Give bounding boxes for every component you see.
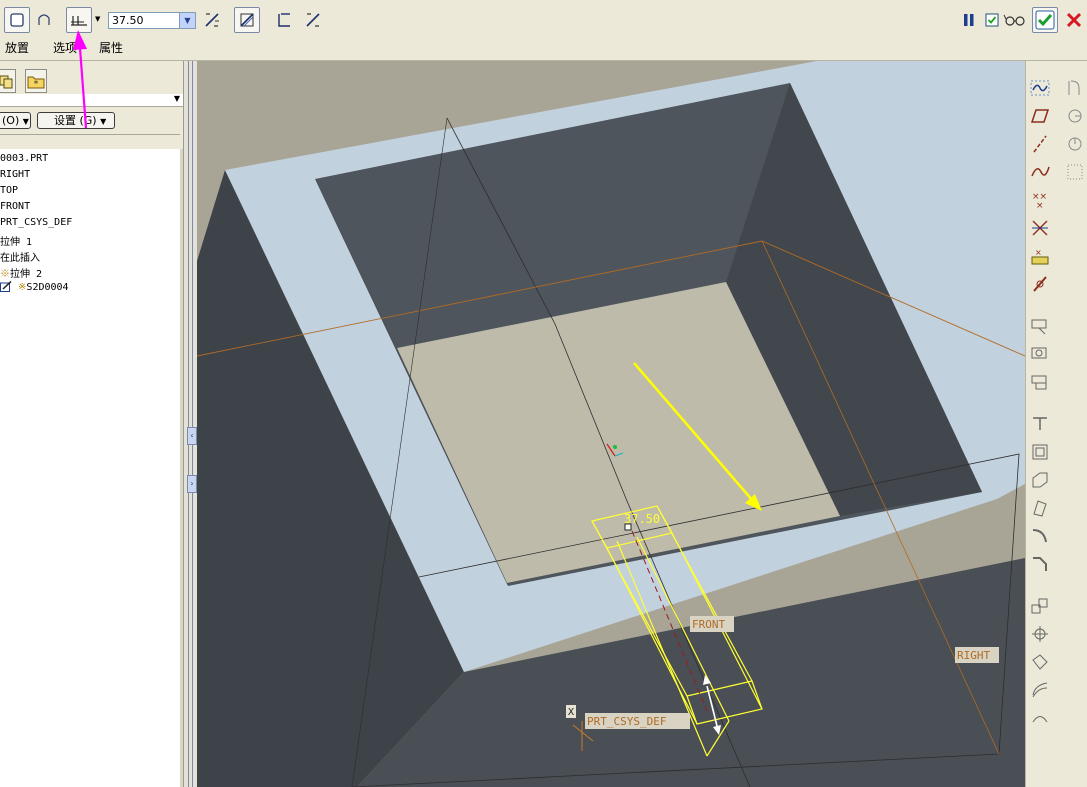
- tree-column-header: [0, 134, 180, 150]
- settings-button-label: 设置 (G): [54, 114, 97, 127]
- pause-icon[interactable]: [956, 7, 982, 33]
- folder-browser-icon[interactable]: *: [25, 69, 47, 93]
- tree-item[interactable]: 在此插入: [0, 249, 40, 264]
- model-tree: 0003.PRT RIGHT TOP FRONT PRT_CSYS_DEF 拉伸…: [0, 149, 180, 787]
- expand-right-icon[interactable]: ›: [187, 475, 197, 493]
- csys-icon[interactable]: [1029, 273, 1051, 295]
- model-canvas[interactable]: 37.50 FRONT RIGHT PRT_CSYS_DEF X: [197, 61, 1025, 787]
- confirm-icon[interactable]: [1032, 7, 1058, 33]
- pattern-icon[interactable]: [1029, 595, 1051, 617]
- chevron-down-icon[interactable]: ▼: [179, 13, 195, 28]
- grid-icon[interactable]: [1064, 161, 1086, 183]
- chamfer-icon[interactable]: [1029, 553, 1051, 575]
- datum-front-label: FRONT: [692, 618, 725, 631]
- datum-offset-point-icon[interactable]: [1029, 217, 1051, 239]
- datum-field-point-icon[interactable]: ×: [1029, 245, 1051, 267]
- collapse-left-icon[interactable]: ‹: [187, 427, 197, 445]
- sash-divider: [192, 61, 193, 787]
- depth-value-text: 37.50: [112, 14, 144, 27]
- rib-icon[interactable]: [1029, 469, 1051, 491]
- pie-section-icon[interactable]: [1064, 105, 1086, 127]
- glasses-icon[interactable]: [1002, 7, 1028, 33]
- settings-button[interactable]: 设置 (G) ▼: [37, 112, 115, 129]
- flip-direction-icon[interactable]: [199, 7, 225, 33]
- hole-icon[interactable]: [1029, 413, 1051, 435]
- depth-options-arrow-icon[interactable]: ▼: [95, 15, 100, 23]
- depth-value-input[interactable]: 37.50 ▼: [108, 12, 196, 29]
- surface-icon[interactable]: [31, 7, 57, 33]
- tab-placement[interactable]: 放置: [5, 39, 29, 56]
- depth-dimension-label[interactable]: 37.50: [624, 512, 660, 526]
- datum-plane-icon[interactable]: [1029, 105, 1051, 127]
- revolve-icon[interactable]: [1029, 371, 1051, 393]
- show-button-label: (O): [2, 114, 20, 127]
- feature-toolbar: ×× × ×: [1025, 61, 1087, 787]
- mirror-icon[interactable]: [1029, 623, 1051, 645]
- tree-item[interactable]: RIGHT: [0, 169, 30, 180]
- thicken-tool-icon[interactable]: [1064, 77, 1086, 99]
- tree-item[interactable]: FRONT: [0, 201, 30, 212]
- datum-analysis-icon[interactable]: [1029, 77, 1051, 99]
- round-icon[interactable]: [1029, 525, 1051, 547]
- remove-material-icon[interactable]: [234, 7, 260, 33]
- tree-item[interactable]: 拉伸 1: [0, 233, 32, 248]
- preview-checkbox-icon[interactable]: [984, 7, 1000, 33]
- solid-icon[interactable]: [4, 7, 30, 33]
- extrude-dashboard: ▼ 37.50 ▼ 放置 选项 属性: [0, 0, 1087, 61]
- model-tree-icon[interactable]: [0, 69, 16, 93]
- sash-divider: [188, 61, 189, 787]
- tree-item-label: S2D0004: [26, 282, 69, 293]
- asterisk-icon: ※: [0, 269, 10, 280]
- cancel-icon[interactable]: [1061, 7, 1087, 33]
- csys-label: PRT_CSYS_DEF: [587, 715, 666, 728]
- merge-icon[interactable]: [1029, 651, 1051, 673]
- sketch-tool-icon[interactable]: [1029, 315, 1051, 337]
- sketch-icon: [0, 280, 12, 292]
- panel-sash[interactable]: ‹ ›: [183, 61, 198, 787]
- tree-item-extrude-2[interactable]: ※拉伸 2: [0, 265, 42, 280]
- tab-properties[interactable]: 属性: [99, 39, 123, 56]
- datum-point-icon[interactable]: ×× ×: [1029, 189, 1051, 211]
- x-axis-label: X: [568, 707, 574, 718]
- tree-item[interactable]: PRT_CSYS_DEF: [0, 217, 72, 228]
- pie-section-icon[interactable]: [1064, 133, 1086, 155]
- tab-options[interactable]: 选项: [53, 39, 77, 56]
- extrude-icon[interactable]: [1029, 343, 1051, 365]
- datum-right-label: RIGHT: [957, 649, 990, 662]
- tree-item-label: 拉伸 2: [10, 269, 43, 280]
- model-tree-panel: * ▼ (O) ▼ 设置 (G) ▼ 0003.PRT RIGHT TOP FR…: [0, 61, 183, 787]
- chevron-down-icon[interactable]: ▼: [174, 94, 180, 103]
- trim-icon[interactable]: [1029, 679, 1051, 701]
- show-button[interactable]: (O) ▼: [0, 112, 31, 129]
- datum-curve-icon[interactable]: [1029, 161, 1051, 183]
- depth-blind-icon[interactable]: [66, 7, 92, 33]
- svg-text:*: *: [34, 80, 39, 90]
- offset-icon[interactable]: [1029, 707, 1051, 729]
- datum-axis-icon[interactable]: [1029, 133, 1051, 155]
- draft-icon[interactable]: [1029, 497, 1051, 519]
- tree-item[interactable]: 0003.PRT: [0, 153, 48, 164]
- graphics-window[interactable]: 37.50 FRONT RIGHT PRT_CSYS_DEF X: [197, 61, 1025, 787]
- tree-item-sketch[interactable]: ※S2D0004: [0, 280, 69, 293]
- thicken-icon[interactable]: [271, 7, 297, 33]
- svg-text:×: ×: [1036, 201, 1044, 210]
- tree-filter-select[interactable]: ▼: [0, 94, 183, 107]
- flip-thicken-icon[interactable]: [300, 7, 326, 33]
- tree-item[interactable]: TOP: [0, 185, 18, 196]
- svg-text:×: ×: [1035, 248, 1042, 257]
- shell-icon[interactable]: [1029, 441, 1051, 463]
